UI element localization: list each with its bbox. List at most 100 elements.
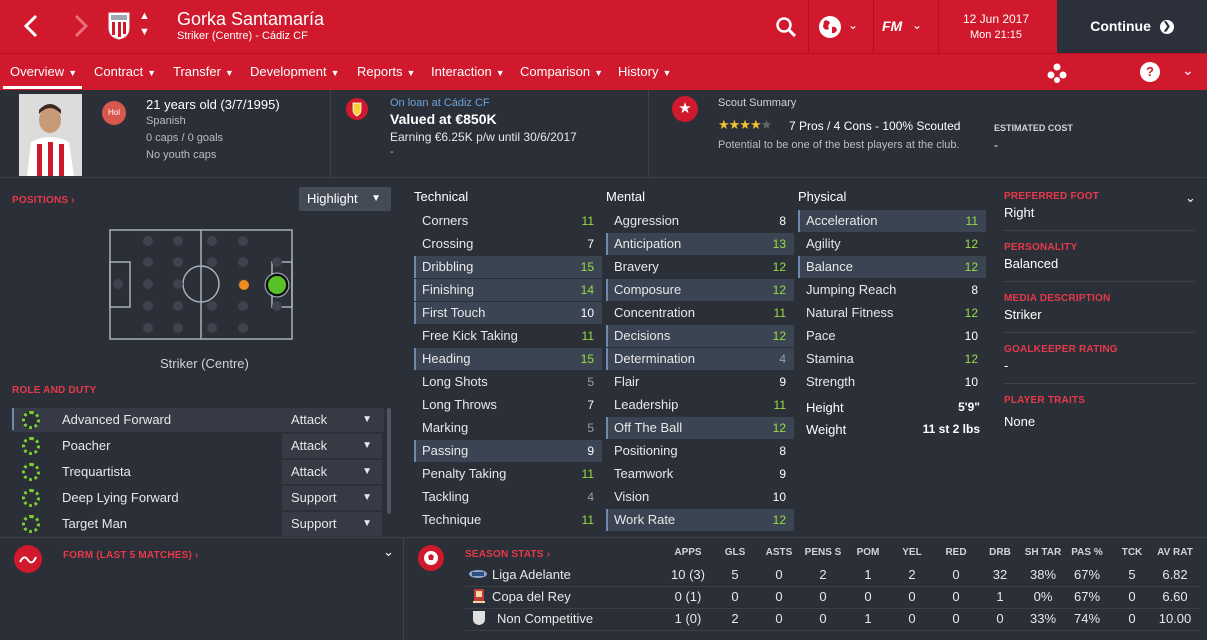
attribute-row[interactable]: Decisions 12 bbox=[606, 325, 794, 347]
attribute-row[interactable]: Heading 15 bbox=[414, 348, 602, 370]
attribute-row[interactable]: Balance 12 bbox=[798, 256, 986, 278]
stats-column-header[interactable]: POM bbox=[848, 547, 888, 558]
tab-development[interactable]: Development ▼ bbox=[250, 54, 340, 90]
attribute-row[interactable]: Natural Fitness 12 bbox=[798, 302, 986, 324]
positions-title[interactable]: POSITIONS › bbox=[12, 195, 75, 206]
attribute-row[interactable]: Composure 12 bbox=[606, 279, 794, 301]
tab-transfer[interactable]: Transfer ▼ bbox=[173, 54, 234, 90]
forward-arrow-icon[interactable] bbox=[68, 12, 92, 40]
help-icon[interactable]: ? bbox=[1140, 62, 1160, 82]
continue-button[interactable]: Continue ❯ bbox=[1057, 0, 1207, 53]
competition-name[interactable]: Liga Adelante bbox=[492, 567, 571, 582]
attribute-row[interactable]: Off The Ball 12 bbox=[606, 417, 794, 439]
stats-column-header[interactable]: DRB bbox=[980, 547, 1020, 558]
stat-value: 0 bbox=[996, 611, 1004, 626]
attribute-row[interactable]: Positioning 8 bbox=[606, 440, 794, 462]
attribute-row[interactable]: First Touch 10 bbox=[414, 302, 602, 324]
attribute-row[interactable]: Finishing 14 bbox=[414, 279, 602, 301]
tab-overview[interactable]: Overview ▼ bbox=[10, 54, 77, 90]
attribute-row[interactable]: Long Throws 7 bbox=[414, 394, 602, 416]
stats-column-header[interactable]: PAS % bbox=[1067, 547, 1107, 558]
club-crest-icon[interactable] bbox=[108, 12, 130, 40]
duty-dropdown[interactable]: Support ▼ bbox=[282, 486, 382, 510]
loan-link[interactable]: On loan at Cádiz CF bbox=[390, 97, 490, 109]
stats-column-header[interactable]: SH TAR bbox=[1023, 547, 1063, 558]
tab-history[interactable]: History ▼ bbox=[618, 54, 671, 90]
attribute-row[interactable]: Leadership 11 bbox=[606, 394, 794, 416]
attribute-row[interactable]: Aggression 8 bbox=[606, 210, 794, 232]
role-list-scrollbar[interactable] bbox=[387, 408, 391, 514]
stats-column-header[interactable]: AV RAT bbox=[1155, 547, 1195, 558]
stats-column-header[interactable]: ASTS bbox=[759, 547, 799, 558]
tab-comparison[interactable]: Comparison ▼ bbox=[520, 54, 603, 90]
role-suitability-icon bbox=[22, 489, 40, 507]
attribute-row[interactable]: Tackling 4 bbox=[414, 486, 602, 508]
chevron-down-icon: ▼ bbox=[362, 466, 372, 477]
duty-dropdown[interactable]: Attack ▼ bbox=[282, 460, 382, 484]
globe-icon[interactable] bbox=[818, 15, 842, 39]
player-subtitle[interactable]: Striker (Centre) - Cádiz CF bbox=[177, 30, 308, 42]
attribute-row[interactable]: Acceleration 11 bbox=[798, 210, 986, 232]
attribute-row[interactable]: Penalty Taking 11 bbox=[414, 463, 602, 485]
attribute-row[interactable]: Long Shots 5 bbox=[414, 371, 602, 393]
attribute-row[interactable]: Dribbling 15 bbox=[414, 256, 602, 278]
fm-chevron-icon[interactable]: ⌄ bbox=[912, 18, 922, 32]
attribute-row[interactable]: Work Rate 12 bbox=[606, 509, 794, 531]
stats-column-header[interactable]: GLS bbox=[715, 547, 755, 558]
back-arrow-icon[interactable] bbox=[20, 12, 44, 40]
tab-interaction[interactable]: Interaction ▼ bbox=[431, 54, 505, 90]
role-row[interactable]: Deep Lying Forward Support ▼ bbox=[12, 486, 384, 510]
attribute-row[interactable]: Corners 11 bbox=[414, 210, 602, 232]
tab-contract[interactable]: Contract ▼ bbox=[94, 54, 156, 90]
club-network-icon[interactable] bbox=[1046, 62, 1068, 84]
competition-name[interactable]: Copa del Rey bbox=[492, 589, 571, 604]
attribute-row[interactable]: Stamina 12 bbox=[798, 348, 986, 370]
role-row[interactable]: Target Man Support ▼ bbox=[12, 512, 384, 536]
stats-column-header[interactable]: TCK bbox=[1112, 547, 1152, 558]
duty-dropdown[interactable]: Attack ▼ bbox=[282, 434, 382, 458]
role-row[interactable]: Poacher Attack ▼ bbox=[12, 434, 384, 458]
player-up-chevron-icon[interactable]: ▲ bbox=[139, 10, 150, 22]
stats-column-header[interactable]: PENS S bbox=[803, 547, 843, 558]
attribute-row[interactable]: Passing 9 bbox=[414, 440, 602, 462]
attribute-row[interactable]: Anticipation 13 bbox=[606, 233, 794, 255]
attribute-row[interactable]: Jumping Reach 8 bbox=[798, 279, 986, 301]
attribute-row[interactable]: Free Kick Taking 11 bbox=[414, 325, 602, 347]
stats-column-header[interactable]: APPS bbox=[668, 547, 708, 558]
attribute-row[interactable]: Strength 10 bbox=[798, 371, 986, 393]
attribute-row[interactable]: Crossing 7 bbox=[414, 233, 602, 255]
stat-value: 0 bbox=[775, 611, 783, 626]
role-row[interactable]: Advanced Forward Attack ▼ bbox=[12, 408, 384, 432]
competition-name[interactable]: Non Competitive bbox=[497, 611, 593, 626]
form-title[interactable]: FORM (LAST 5 MATCHES) › bbox=[63, 550, 199, 561]
role-name: Advanced Forward bbox=[62, 412, 172, 427]
attribute-row[interactable]: Flair 9 bbox=[606, 371, 794, 393]
stats-column-header[interactable]: RED bbox=[936, 547, 976, 558]
globe-chevron-icon[interactable]: ⌄ bbox=[848, 18, 858, 32]
attribute-row[interactable]: Agility 12 bbox=[798, 233, 986, 255]
highlight-dropdown[interactable]: Highlight ▼ bbox=[299, 187, 391, 211]
loan-club-crest-icon[interactable] bbox=[346, 98, 368, 120]
scout-summary-title[interactable]: Scout Summary bbox=[718, 97, 796, 109]
season-stats-title[interactable]: SEASON STATS › bbox=[465, 549, 550, 560]
attribute-row[interactable]: Pace 10 bbox=[798, 325, 986, 347]
form-collapse-chevron-icon[interactable]: ⌄ bbox=[383, 544, 394, 560]
tab-reports[interactable]: Reports ▼ bbox=[357, 54, 415, 90]
attribute-row[interactable]: Concentration 11 bbox=[606, 302, 794, 324]
more-chevron-icon[interactable]: ⌄ bbox=[1182, 62, 1194, 79]
search-icon[interactable] bbox=[775, 16, 797, 38]
attribute-row[interactable]: Technique 11 bbox=[414, 509, 602, 531]
player-down-chevron-icon[interactable]: ▼ bbox=[139, 26, 150, 38]
stat-value: 10 (3) bbox=[671, 567, 705, 582]
attribute-row[interactable]: Determination 4 bbox=[606, 348, 794, 370]
duty-dropdown[interactable]: Support ▼ bbox=[282, 512, 382, 536]
role-row[interactable]: Trequartista Attack ▼ bbox=[12, 460, 384, 484]
attribute-row[interactable]: Teamwork 9 bbox=[606, 463, 794, 485]
attribute-row[interactable]: Vision 10 bbox=[606, 486, 794, 508]
duty-dropdown[interactable]: Attack ▼ bbox=[282, 408, 382, 432]
attribute-row[interactable]: Marking 5 bbox=[414, 417, 602, 439]
stats-column-header[interactable]: YEL bbox=[892, 547, 932, 558]
side-collapse-chevron-icon[interactable]: ⌄ bbox=[1185, 190, 1196, 206]
fm-menu-logo[interactable]: FM bbox=[882, 18, 902, 34]
attribute-row[interactable]: Bravery 12 bbox=[606, 256, 794, 278]
